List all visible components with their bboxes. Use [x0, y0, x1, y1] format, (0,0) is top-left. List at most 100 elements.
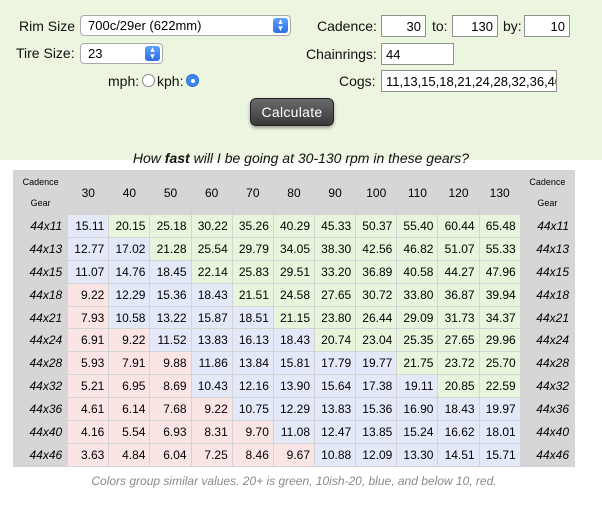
speed-cell: 51.07 [437, 236, 480, 261]
gear-label-cell: 44x24 [12, 328, 69, 353]
gear-label-cell: 44x21 [519, 305, 576, 330]
speed-cell: 42.56 [355, 236, 398, 261]
speed-cell: 21.15 [272, 305, 316, 330]
kph-label: kph: [157, 73, 184, 89]
to-label: to: [432, 18, 448, 34]
speed-cell: 4.61 [67, 397, 110, 422]
cadence-from-input[interactable]: 30 [381, 15, 426, 37]
speed-cell: 25.83 [231, 259, 274, 284]
table-row: 44x40 4.16 5.54 6.93 8.31 9.70 11.08 12.47 13.85… [12, 420, 576, 444]
mph-radio[interactable] [142, 74, 155, 87]
speed-cell: 27.65 [314, 282, 357, 307]
speed-cell: 7.91 [108, 351, 151, 376]
speed-cell: 13.83 [314, 397, 357, 422]
speed-cell: 40.29 [272, 214, 316, 238]
speed-cell: 8.46 [231, 442, 274, 467]
speed-cell: 33.80 [396, 282, 439, 307]
tire-size-select[interactable]: 23 ▴ ▾ [80, 43, 163, 64]
table-header-row: Cadence Gear 30 40 50 60 70 80 90 100 110 120 130 … [12, 170, 576, 215]
speed-cell: 23.80 [314, 305, 357, 330]
speed-cell: 29.79 [231, 236, 274, 261]
speed-cell: 5.54 [108, 420, 151, 444]
gear-label-cell: 44x40 [12, 420, 69, 444]
speed-cell: 20.85 [437, 374, 480, 399]
kph-radio[interactable] [186, 74, 199, 87]
table-row: 44x11 15.11 20.15 25.18 30.22 35.26 40.29 45.33… [12, 214, 576, 238]
speed-cell: 6.91 [67, 328, 110, 353]
speed-cell: 18.45 [149, 259, 192, 284]
cadence-by-input[interactable]: 10 [524, 15, 570, 37]
speed-cell: 11.52 [149, 328, 192, 353]
cogs-label: Cogs: [339, 73, 376, 89]
speed-cell: 12.29 [272, 397, 316, 422]
rpm-header: 90 [314, 170, 357, 215]
speed-cell: 18.43 [437, 397, 480, 422]
table-row: 44x24 6.91 9.22 11.52 13.83 16.13 18.43 20.74 23… [12, 328, 576, 353]
speed-cell: 20.15 [108, 214, 151, 238]
speed-cell: 15.71 [478, 442, 521, 467]
speed-cell: 34.37 [478, 305, 521, 330]
speed-cell: 3.63 [67, 442, 110, 467]
speed-cell: 14.51 [437, 442, 480, 467]
chainrings-input[interactable]: 44 [381, 43, 454, 65]
results-question: How fast will I be going at 30-130 rpm i… [0, 150, 602, 166]
speed-cell: 16.62 [437, 420, 480, 444]
cogs-input[interactable]: 11,13,15,18,21,24,28,32,36,40,46 [381, 70, 557, 92]
rim-size-select[interactable]: 700c/29er (622mm) ▴ ▾ [80, 15, 291, 36]
speed-cell: 12.09 [355, 442, 398, 467]
rpm-header: 70 [231, 170, 274, 215]
speed-cell: 31.73 [437, 305, 480, 330]
speed-cell: 17.79 [314, 351, 357, 376]
gear-label-cell: 44x15 [12, 259, 69, 284]
mph-label: mph: [108, 73, 140, 89]
cadence-header-label: Cadence [529, 176, 566, 187]
question-prefix: How [132, 150, 165, 166]
speed-cell: 55.40 [396, 214, 439, 238]
rpm-header: 50 [149, 170, 192, 215]
speed-cell: 16.13 [231, 328, 274, 353]
speed-cell: 27.65 [437, 328, 480, 353]
table-row: 44x18 9.22 12.29 15.36 18.43 21.51 24.58 27.65 3… [12, 282, 576, 307]
speed-cell: 25.18 [149, 214, 192, 238]
cadence-label: Cadence: [317, 18, 377, 34]
rpm-header: 80 [272, 170, 316, 215]
table-row: 44x21 7.93 10.58 13.22 15.87 18.51 21.15 23.80 2… [12, 305, 576, 330]
select-arrows-icon: ▴ ▾ [145, 45, 160, 61]
speed-cell: 12.47 [314, 420, 357, 444]
speed-cell: 11.86 [190, 351, 233, 376]
speed-cell: 29.96 [478, 328, 521, 353]
speed-cell: 19.97 [478, 397, 521, 422]
speed-cell: 4.16 [67, 420, 110, 444]
speed-cell: 21.51 [231, 282, 274, 307]
speed-cell: 9.22 [67, 282, 110, 307]
gear-label-cell: 44x28 [12, 351, 69, 376]
gear-label-cell: 44x18 [12, 282, 69, 307]
speed-cell: 17.02 [108, 236, 151, 261]
speed-cell: 20.74 [314, 328, 357, 353]
cadence-gear-header-right: Cadence Gear [519, 170, 576, 215]
rpm-header: 110 [396, 170, 439, 215]
tire-size-label: Tire Size: [16, 45, 75, 61]
speed-cell: 30.22 [190, 214, 233, 238]
speed-cell: 65.48 [478, 214, 521, 238]
speed-cell: 12.16 [231, 374, 274, 399]
speed-cell: 9.67 [272, 442, 316, 467]
speed-cell: 60.44 [437, 214, 480, 238]
gear-label-cell: 44x46 [519, 442, 576, 467]
by-label: by: [503, 18, 522, 34]
cadence-to-input[interactable]: 130 [452, 15, 498, 37]
table-row: 44x36 4.61 6.14 7.68 9.22 10.75 12.29 13.83 15.3… [12, 397, 576, 422]
speed-cell: 6.93 [149, 420, 192, 444]
speed-cell: 10.75 [231, 397, 274, 422]
speed-cell: 7.93 [67, 305, 110, 330]
calculate-button[interactable]: Calculate [250, 98, 334, 126]
speed-cell: 15.11 [67, 214, 110, 238]
gear-label-cell: 44x18 [519, 282, 576, 307]
speed-cell: 13.85 [355, 420, 398, 444]
table-row: 44x32 5.21 6.95 8.69 10.43 12.16 13.90 15.64 17.… [12, 374, 576, 399]
speed-cell: 7.68 [149, 397, 192, 422]
rpm-header: 60 [190, 170, 233, 215]
table-body: 44x11 15.11 20.15 25.18 30.22 35.26 40.29 45.33… [12, 214, 576, 467]
gear-label-cell: 44x13 [12, 236, 69, 261]
speed-cell: 9.88 [149, 351, 192, 376]
